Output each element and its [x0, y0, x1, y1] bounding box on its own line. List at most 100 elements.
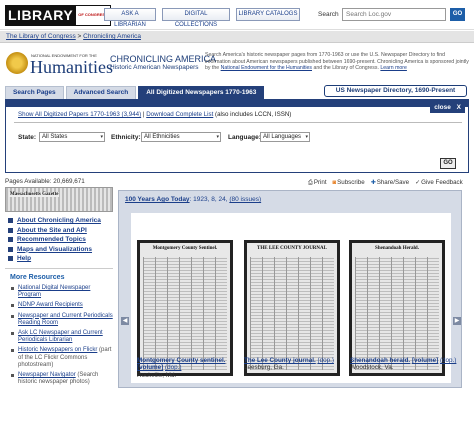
- printer-icon: ⎙: [308, 180, 313, 186]
- newspaper-thumbnail[interactable]: Shenandoah Herald.: [349, 240, 445, 376]
- language-select[interactable]: All Languages ▾: [260, 132, 310, 142]
- sidebar-item-api[interactable]: About the Site and API: [5, 226, 113, 236]
- carousel-prev-icon[interactable]: ◀: [121, 317, 129, 325]
- breadcrumb-chronicling-america[interactable]: Chronicling America: [83, 33, 141, 40]
- masthead-text: Shenandoah Herald.: [375, 246, 419, 251]
- panel-go-button[interactable]: GO: [440, 158, 456, 169]
- neh-link[interactable]: National Endowment for the Humanities: [221, 65, 312, 71]
- sidebar-item-about[interactable]: About Chronicling America: [5, 216, 113, 226]
- resource-item: Ask LC Newspaper and Current Periodicals…: [5, 330, 113, 344]
- check-icon: ✓: [415, 180, 421, 186]
- download-list-link[interactable]: Download Complete List: [146, 111, 213, 118]
- tab-advanced-search[interactable]: Advanced Search: [65, 86, 137, 99]
- sidebar-image-text: Massachusetts Gazette: [9, 192, 60, 197]
- site-description: Search America's historic newspaper page…: [205, 52, 470, 72]
- newspaper-thumbnail[interactable]: Montgomery County Sentinel.: [137, 240, 233, 376]
- resource-item: Historic Newspapers on Flickr (part of t…: [5, 347, 113, 369]
- newspaper-title-link[interactable]: The Lee County journal.: [244, 357, 316, 364]
- newspaper-caption: Shenandoah herald. [volume] (dop.) Woods…: [350, 357, 460, 372]
- feedback-link[interactable]: ✓Give Feedback: [415, 179, 463, 187]
- sidebar-item-maps[interactable]: Maps and Visualizations: [5, 245, 113, 255]
- neh-seal-icon: [6, 52, 28, 74]
- share-save-link[interactable]: ✚Share/Save: [371, 179, 409, 187]
- digital-collections-button[interactable]: DIGITAL COLLECTIONS: [162, 8, 230, 28]
- issues-link[interactable]: (80 issues): [229, 196, 261, 203]
- resource-link[interactable]: Ask LC Newspaper and Current Periodicals…: [18, 330, 103, 343]
- newspaper-title-tail[interactable]: [volume]: [137, 364, 163, 371]
- language-select-value: All Languages: [263, 134, 302, 140]
- newspaper-dop-link[interactable]: (dop.): [440, 357, 456, 364]
- breadcrumb-separator: >: [77, 33, 82, 40]
- site-subtitle: Historic American Newspapers: [110, 64, 199, 71]
- resource-item: Newspaper and Current Periodicals Readin…: [5, 313, 113, 327]
- library-catalogs-button[interactable]: LIBRARY CATALOGS: [236, 8, 300, 21]
- newspaper-caption: Montgomery County sentinel. [volume] (do…: [137, 357, 247, 379]
- close-label: close: [434, 104, 451, 111]
- search-label: Search: [318, 11, 339, 18]
- resource-link[interactable]: Newspaper and Current Periodicals Readin…: [18, 313, 113, 326]
- breadcrumb-loc[interactable]: The Library of Congress: [6, 33, 76, 40]
- share-icon: ✚: [370, 180, 376, 186]
- show-all-papers-link[interactable]: Show All Digitized Papers 1770-1963 (3,9…: [18, 111, 141, 118]
- newspaper-dop-link[interactable]: (dop.): [165, 364, 181, 371]
- share-save-label: Share/Save: [376, 179, 410, 186]
- newspaper-location: Woodstock, Va.: [350, 364, 394, 372]
- sidebar-item-topics[interactable]: Recommended Topics: [5, 235, 113, 245]
- panel-links: Show All Digitized Papers 1770-1963 (3,9…: [18, 111, 291, 118]
- learn-more-link[interactable]: Learn more: [380, 65, 407, 71]
- hundred-years-link[interactable]: 100 Years Ago Today: [125, 196, 190, 203]
- state-label: State:: [18, 134, 37, 141]
- tab-search-pages[interactable]: Search Pages: [5, 86, 64, 99]
- newsprint-columns: [250, 257, 334, 370]
- resource-link[interactable]: National Digital Newspaper Program: [18, 285, 90, 298]
- subscribe-label: Subscribe: [337, 179, 365, 186]
- state-select[interactable]: All States ▾: [39, 132, 105, 142]
- panel-top-bar: [6, 100, 468, 107]
- newspaper-title-link[interactable]: Shenandoah herald.: [350, 357, 410, 364]
- language-label: Language:: [228, 134, 261, 141]
- state-select-value: All States: [42, 134, 68, 140]
- chevron-down-icon: ▾: [216, 134, 219, 140]
- search-go-button[interactable]: GO: [450, 8, 465, 21]
- search-input[interactable]: [342, 8, 446, 21]
- more-resources: More Resources National Digital Newspape…: [5, 268, 113, 389]
- panel-divider: [14, 122, 462, 123]
- ask-librarian-button[interactable]: ASK A LIBRARIAN: [104, 8, 156, 28]
- hundred-years-date: : 1923, 8, 24,: [189, 196, 228, 203]
- neh-logo-text[interactable]: Humanities: [30, 57, 113, 78]
- sidebar-item-help[interactable]: Help: [5, 254, 113, 264]
- masthead-text: THE LEE COUNTY JOURNAL: [257, 246, 327, 251]
- site-header: LIBRARY OF CONGRESS ASK A LIBRARIAN DIGI…: [0, 0, 474, 30]
- print-link[interactable]: ⎙Print: [308, 179, 327, 187]
- site-description-text-2: and the Library of Congress.: [313, 65, 379, 71]
- newspaper-thumbnail[interactable]: THE LEE COUNTY JOURNAL: [244, 240, 340, 376]
- newspaper-location: Leesburg, Ga.: [244, 364, 284, 372]
- more-resources-heading: More Resources: [10, 274, 65, 281]
- share-bar: ⎙Print ◙Subscribe ✚Share/Save ✓Give Feed…: [308, 179, 463, 187]
- subscribe-link[interactable]: ◙Subscribe: [333, 179, 365, 187]
- tab-all-digitized-newspapers[interactable]: All Digitized Newspapers 1770-1963: [138, 86, 265, 99]
- newspaper-dop-link[interactable]: (dop.): [317, 357, 333, 364]
- site-title[interactable]: CHRONICLING AMERICA: [110, 54, 216, 64]
- panel-close-button[interactable]: close X: [430, 103, 465, 113]
- carousel-next-icon[interactable]: ▶: [453, 317, 461, 325]
- panel-link-separator: |: [142, 111, 145, 118]
- ethnicity-select[interactable]: All Ethnicities ▾: [141, 132, 221, 142]
- resource-item: NDNP Award Recipients: [5, 302, 113, 309]
- resource-link[interactable]: Historic Newspapers on Flickr: [18, 347, 97, 353]
- newspaper-title-link[interactable]: Montgomery County sentinel.: [137, 357, 226, 364]
- sidebar-newspaper-image: Massachusetts Gazette: [5, 187, 113, 212]
- loc-logo[interactable]: LIBRARY OF CONGRESS: [5, 5, 111, 26]
- newsprint-columns: [143, 257, 227, 370]
- chevron-down-icon: ▾: [100, 134, 103, 140]
- search-tabs: Search Pages Advanced Search All Digitiz…: [5, 86, 265, 99]
- download-note: (also includes LCCN, ISSN): [215, 111, 292, 118]
- breadcrumb: The Library of Congress > Chronicling Am…: [0, 31, 474, 43]
- newspaper-title-tail[interactable]: [volume]: [412, 357, 438, 364]
- masthead-text: Montgomery County Sentinel.: [152, 246, 218, 251]
- newspaper-directory-button[interactable]: US Newspaper Directory, 1690-Present: [324, 85, 467, 97]
- resource-link[interactable]: Newspaper Navigator: [18, 372, 76, 378]
- pages-available: Pages Available: 20,669,671: [5, 178, 85, 185]
- resource-link[interactable]: NDNP Award Recipients: [18, 302, 83, 308]
- digitized-newspapers-panel: close X Show All Digitized Papers 1770-1…: [5, 99, 469, 173]
